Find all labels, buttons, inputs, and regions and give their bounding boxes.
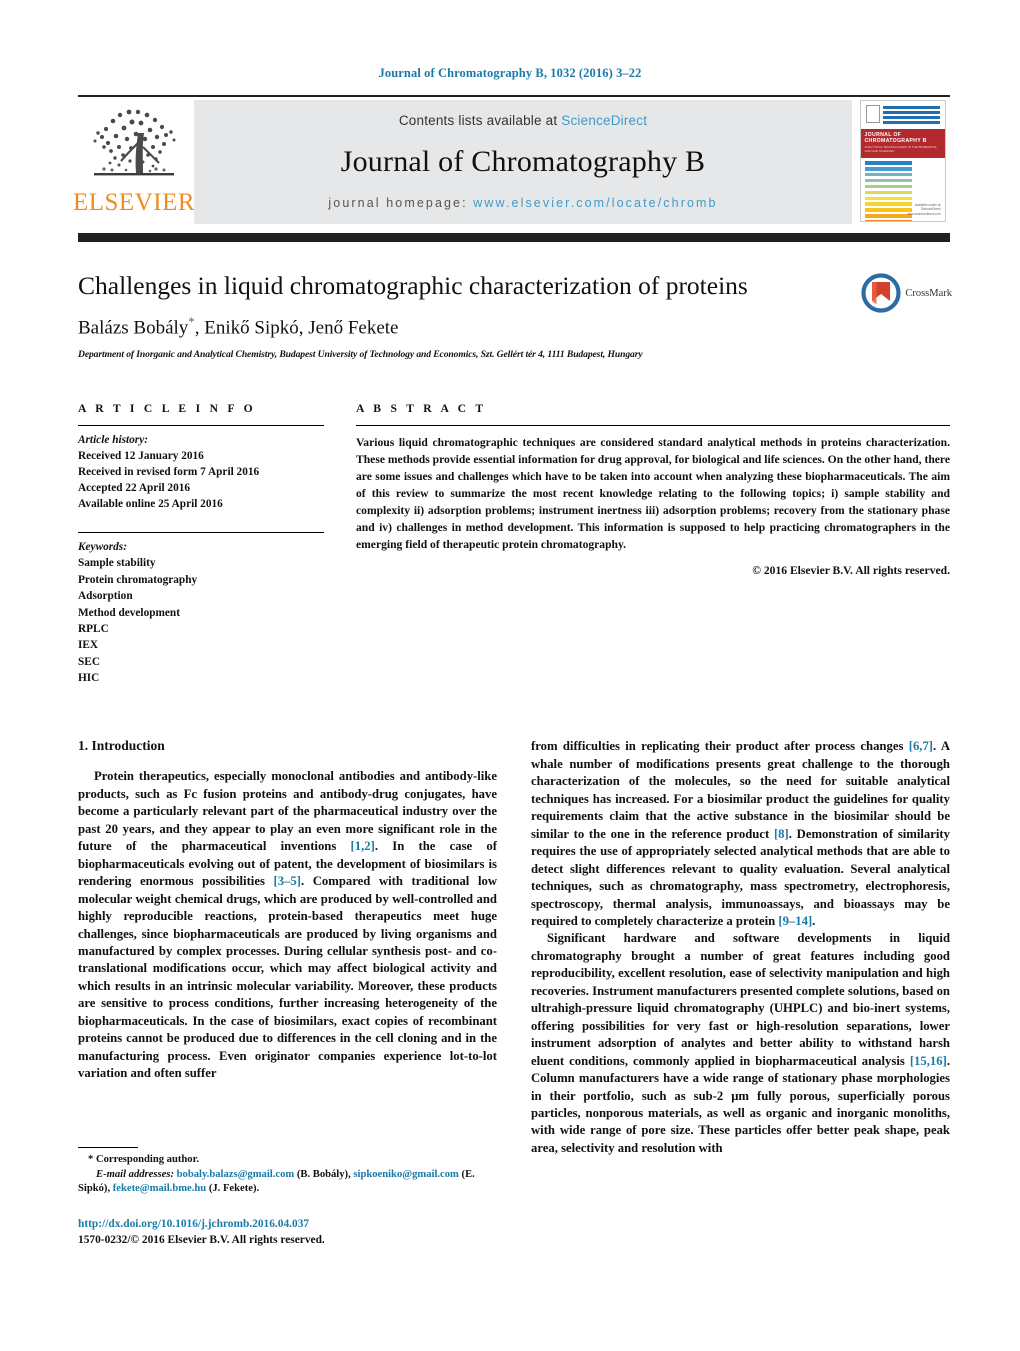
cover-banner-subtitle: ANALYTICAL TECHNOLOGIES IN THE BIOMEDICA… [864, 145, 937, 154]
para-text: . Demonstration of similarity requires t… [531, 826, 950, 928]
running-head: Journal of Chromatography B, 1032 (2016)… [378, 66, 642, 80]
citation-ref[interactable]: [15,16] [910, 1054, 947, 1068]
paragraph-right-2: Significant hardware and software develo… [531, 930, 950, 1157]
keywords-block: Keywords: Sample stability Protein chrom… [78, 532, 324, 686]
corresponding-author-text: * Corresponding author. [88, 1154, 199, 1165]
body-left-column: 1. Introduction Protein therapeutics, es… [78, 738, 497, 1157]
issn-copyright-line: 1570-0232/© 2016 Elsevier B.V. All right… [78, 1234, 325, 1247]
footnote-rule [78, 1147, 138, 1148]
email-addresses-label: E-mail addresses: [96, 1168, 174, 1180]
elsevier-logo: ELSEVIER [73, 100, 195, 224]
article-page: Journal of Chromatography B, 1032 (2016)… [0, 0, 1020, 1351]
author-list: Balázs Bobály*, Enikő Sipkó, Jenő Fekete [78, 314, 950, 339]
abstract-rule [356, 424, 950, 426]
citation-ref[interactable]: [6,7] [909, 739, 933, 753]
keywords-label: Keywords: [78, 541, 127, 554]
keywords-rule [78, 532, 324, 534]
email-link-2[interactable]: sipkoeniko@gmail.com [353, 1169, 459, 1180]
crossmark-badge[interactable]: CrossMark [861, 273, 952, 313]
body-right-column: from difficulties in replicating their p… [531, 738, 950, 1157]
para-text: from difficulties in replicating their p… [531, 739, 909, 754]
keyword-item: Sample stability [78, 557, 156, 570]
title-block: CrossMark Challenges in liquid chromatog… [78, 271, 952, 360]
homepage-prefix: journal homepage: [328, 196, 474, 210]
cover-footer: Available online at ScienceDirect www.sc… [907, 203, 940, 217]
para-text: . [812, 913, 816, 928]
citation-ref[interactable]: [3–5] [274, 874, 301, 888]
paragraph-intro-left: Protein therapeutics, especially monoclo… [78, 768, 497, 1082]
history-item: Received 12 January 2016 [78, 449, 204, 462]
masthead-center: Contents lists available at ScienceDirec… [194, 100, 852, 224]
abstract-column: A B S T R A C T Various liquid chromatog… [356, 402, 950, 687]
elsevier-tree-icon [93, 109, 176, 176]
doi-block: http://dx.doi.org/10.1016/j.jchromb.2016… [78, 1216, 508, 1248]
citation-ref[interactable]: [8] [774, 827, 789, 841]
citation-ref[interactable]: [1,2] [351, 839, 375, 853]
info-abstract-row: A R T I C L E I N F O Article history: R… [78, 402, 950, 687]
cover-top-bars [882, 105, 940, 129]
article-info-heading: A R T I C L E I N F O [78, 401, 256, 415]
article-history: Article history: Received 12 January 201… [78, 432, 324, 512]
keywords-list: Keywords: Sample stability Protein chrom… [78, 539, 324, 686]
article-history-label: Article history: [78, 433, 148, 446]
doi-link[interactable]: http://dx.doi.org/10.1016/j.jchromb.2016… [78, 1216, 508, 1232]
authors-remaining: , Enikő Sipkó, Jenő Fekete [194, 316, 399, 338]
para-text: . Column manufacturers have a wide range… [531, 1053, 950, 1155]
body-columns: 1. Introduction Protein therapeutics, es… [78, 738, 950, 1157]
abstract-text: Various liquid chromatographic technique… [356, 435, 950, 552]
journal-cover-thumbnail[interactable]: JOURNAL OF CHROMATOGRAPHY B ANALYTICAL T… [855, 100, 950, 224]
page-title: Challenges in liquid chromatographic cha… [78, 271, 748, 300]
abstract-heading: A B S T R A C T [356, 401, 487, 415]
footnote-block: * Corresponding author. E-mail addresses… [78, 1147, 497, 1197]
history-item: Received in revised form 7 April 2016 [78, 465, 260, 478]
para-text: . Compared with traditional low molecula… [78, 874, 497, 1081]
crossmark-icon [861, 273, 901, 313]
cover-banner-title: JOURNAL OF CHROMATOGRAPHY B [864, 132, 927, 145]
journal-masthead: ELSEVIER Contents lists available at Sci… [73, 95, 950, 224]
para-text: Significant hardware and software develo… [531, 931, 950, 1068]
history-item: Available online 25 April 2016 [78, 498, 223, 511]
email-link-1[interactable]: bobaly.balazs@gmail.com [177, 1169, 295, 1180]
keyword-item: Adsorption [78, 590, 133, 603]
keyword-item: SEC [78, 655, 100, 668]
cover-footer-line3: www.sciencedirect.com [907, 212, 941, 217]
cover-publisher-mark-icon [865, 105, 880, 123]
article-info-rule-top [78, 424, 324, 426]
contents-available-line: Contents lists available at ScienceDirec… [399, 113, 647, 128]
keyword-item: IEX [78, 639, 99, 652]
article-info-column: A R T I C L E I N F O Article history: R… [78, 402, 324, 687]
keyword-item: Method development [78, 606, 180, 619]
para-text: . A whale number of modifications presen… [531, 739, 950, 841]
keyword-item: RPLC [78, 622, 109, 635]
elsevier-wordmark: ELSEVIER [72, 189, 196, 216]
email-owner-3: (J. Fekete). [206, 1183, 260, 1195]
corresponding-author-note: * Corresponding author. E-mail addresses… [78, 1153, 497, 1197]
history-item: Accepted 22 April 2016 [78, 482, 191, 494]
sciencedirect-link[interactable]: ScienceDirect [561, 113, 647, 128]
abstract-copyright: © 2016 Elsevier B.V. All rights reserved… [752, 564, 950, 578]
section-heading-introduction: 1. Introduction [78, 738, 165, 754]
paragraph-right-1: from difficulties in replicating their p… [531, 738, 950, 930]
crossmark-label: CrossMark [905, 287, 952, 299]
email-link-3[interactable]: fekete@mail.bme.hu [113, 1183, 206, 1194]
author-first: Balázs Bobály [78, 316, 189, 338]
keyword-item: Protein chromatography [78, 573, 198, 586]
masthead-dark-rule [78, 233, 950, 242]
email-owner-1: (B. Bobály), [294, 1168, 354, 1180]
journal-title: Journal of Chromatography B [340, 145, 706, 178]
email-addresses-line: E-mail addresses: bobaly.balazs@gmail.co… [78, 1168, 497, 1197]
journal-homepage-line: journal homepage: www.elsevier.com/locat… [328, 196, 717, 210]
cover-top [861, 101, 945, 129]
homepage-url-link[interactable]: www.elsevier.com/locate/chromb [473, 196, 717, 210]
contents-prefix: Contents lists available at [398, 113, 562, 128]
affiliation: Department of Inorganic and Analytical C… [78, 348, 643, 360]
cover-banner: JOURNAL OF CHROMATOGRAPHY B ANALYTICAL T… [860, 129, 945, 159]
keyword-item: HIC [78, 672, 100, 685]
citation-ref[interactable]: [9–14] [778, 914, 812, 928]
